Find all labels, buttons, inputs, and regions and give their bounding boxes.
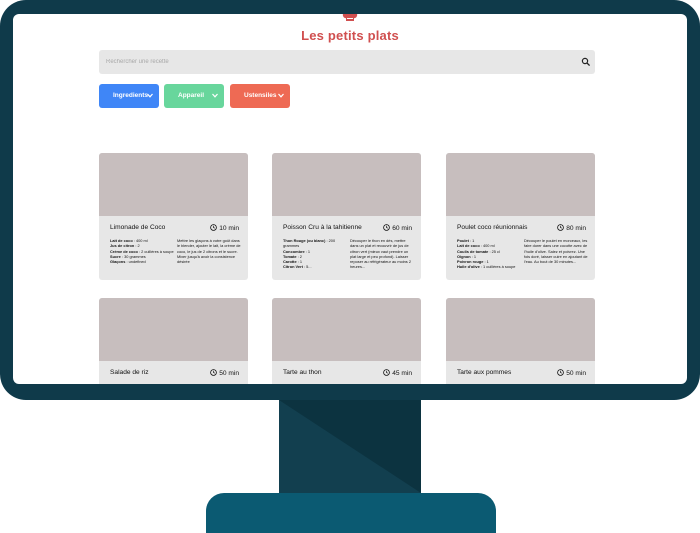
- monitor-frame: Les petits plats Ingredients Appareil Us…: [0, 0, 700, 400]
- filter-label: Ustensiles: [244, 92, 277, 99]
- clock-icon: [557, 369, 564, 376]
- filter-ustensiles-button[interactable]: Ustensiles: [230, 84, 290, 108]
- clock-icon: [557, 224, 564, 231]
- clock-icon: [210, 369, 217, 376]
- chef-hat-icon: [342, 14, 358, 21]
- recipe-name: Poulet coco réunionnais: [457, 224, 528, 231]
- chevron-down-icon: [147, 93, 153, 98]
- search-input[interactable]: [99, 50, 569, 74]
- recipe-name: Poisson Cru à la tahitienne: [283, 224, 362, 231]
- monitor-stand: [279, 400, 421, 493]
- recipe-time: 80 min: [557, 224, 586, 232]
- recipe-card[interactable]: Poisson Cru à la tahitienne 60 min Thon …: [272, 153, 421, 280]
- recipe-card[interactable]: Salade de riz 50 min: [99, 298, 248, 384]
- site-title: Les petits plats: [301, 28, 399, 43]
- recipe-time-value: 50 min: [219, 370, 239, 377]
- screen: Les petits plats Ingredients Appareil Us…: [13, 14, 687, 384]
- ingredient-list: Thon Rouge (ou blanc) : 200 grammes Conc…: [283, 238, 349, 270]
- recipe-name: Tarte au thon: [283, 369, 322, 376]
- ingredient-item: Glaçons : undefined: [110, 259, 146, 265]
- chevron-down-icon: [212, 93, 218, 98]
- recipe-image: [99, 298, 248, 361]
- recipe-card[interactable]: Poulet coco réunionnais 80 min Poulet : …: [446, 153, 595, 280]
- recipe-time: 10 min: [210, 224, 239, 232]
- clock-icon: [210, 224, 217, 231]
- recipe-image: [272, 153, 421, 216]
- recipe-card[interactable]: Tarte aux pommes 50 min: [446, 298, 595, 384]
- ingredient-item: Huile d'olive : 1 cuillères à soupe: [457, 264, 516, 270]
- monitor-base: [206, 493, 496, 533]
- filter-label: Ingredients: [113, 92, 149, 99]
- search-bar: [99, 50, 595, 74]
- recipe-time: 60 min: [383, 224, 412, 232]
- recipe-time-value: 60 min: [392, 225, 412, 232]
- filter-appareil-button[interactable]: Appareil: [164, 84, 224, 108]
- recipe-name: Salade de riz: [110, 369, 149, 376]
- recipe-time-value: 45 min: [392, 370, 412, 377]
- chevron-down-icon: [278, 93, 284, 98]
- recipe-name: Limonade de Coco: [110, 224, 166, 231]
- recipe-image: [99, 153, 248, 216]
- recipe-time: 50 min: [210, 369, 239, 377]
- ingredient-list: Poulet : 1 Lait de coco : 400 ml Coulis …: [457, 238, 523, 270]
- recipe-card[interactable]: Limonade de Coco 10 min Lait de coco : 4…: [99, 153, 248, 280]
- ingredient-item: Thon Rouge (ou blanc) : 200 grammes: [283, 238, 336, 249]
- recipe-time-value: 10 min: [219, 225, 239, 232]
- search-icon[interactable]: [581, 57, 591, 67]
- recipe-description: Mettre les glaçons à votre goût dans le …: [177, 238, 241, 265]
- recipe-image: [446, 298, 595, 361]
- recipe-time: 45 min: [383, 369, 412, 377]
- recipe-name: Tarte aux pommes: [457, 369, 512, 376]
- stand-shadow: [279, 400, 421, 493]
- filter-ingredients-button[interactable]: Ingredients: [99, 84, 159, 108]
- recipe-description: Découper le poulet en morceaux, les fair…: [524, 238, 588, 265]
- recipe-description: Découper le thon en dés, mettre dans un …: [350, 238, 411, 270]
- recipe-time-value: 80 min: [566, 225, 586, 232]
- clock-icon: [383, 369, 390, 376]
- ingredient-item: Citron Vert : 5...: [283, 264, 312, 270]
- logo[interactable]: [13, 14, 687, 22]
- recipe-image: [272, 298, 421, 361]
- recipe-time-value: 50 min: [566, 370, 586, 377]
- recipe-card[interactable]: Tarte au thon 45 min: [272, 298, 421, 384]
- clock-icon: [383, 224, 390, 231]
- ingredient-list: Lait de coco : 400 ml Jus de citron : 2 …: [110, 238, 176, 264]
- recipe-time: 50 min: [557, 369, 586, 377]
- recipe-image: [446, 153, 595, 216]
- filter-label: Appareil: [178, 92, 205, 99]
